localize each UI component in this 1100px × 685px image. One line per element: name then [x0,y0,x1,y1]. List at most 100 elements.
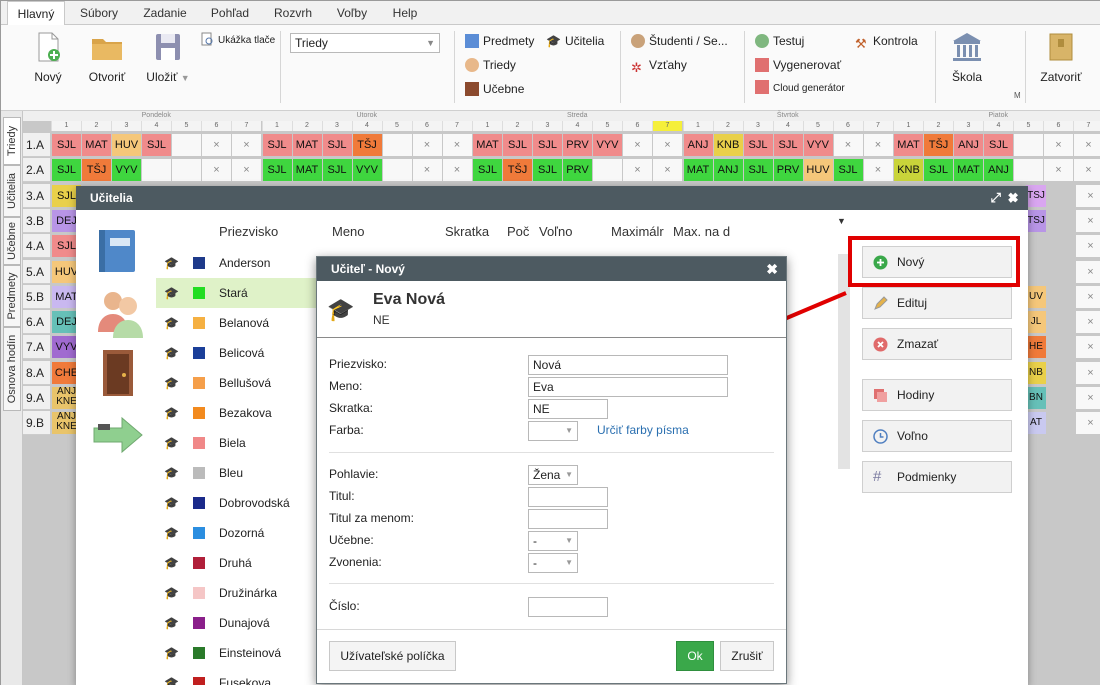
lesson-cell[interactable]: SJL [473,159,502,182]
lesson-cell[interactable]: SJL [52,134,81,156]
close-icon[interactable]: ✖ [1008,190,1018,205]
column-header[interactable]: Priezvisko [219,224,278,239]
door-icon[interactable] [100,348,136,398]
studenti-button[interactable]: Študenti / Se... [631,31,728,51]
lesson-cell[interactable]: MAT [473,134,502,156]
empty-slot[interactable]: × [1076,184,1100,207]
teacher-row[interactable]: 🎓 Druhá [156,548,316,578]
lesson-cell[interactable]: HE [1026,336,1046,359]
empty-slot[interactable]: × [653,159,682,182]
open-button[interactable]: Otvoriť [85,31,129,84]
empty-slot[interactable]: × [863,159,893,182]
lesson-cell[interactable]: BN [1026,387,1046,409]
lesson-cell[interactable]: AT [1026,412,1046,435]
empty-slot[interactable]: × [1076,311,1100,334]
edit-teacher-button[interactable]: Edituj [862,287,1012,319]
menu-pohlad[interactable]: Pohľad [203,1,257,25]
empty-slot[interactable] [1014,134,1043,156]
lesson-cell[interactable]: KNB [894,159,923,182]
kontrola-button[interactable]: ⚒ Kontrola [855,31,918,51]
conditions-button[interactable]: # Podmienky [862,461,1012,493]
menu-volby[interactable]: Voľby [329,1,375,25]
lesson-cell[interactable]: SJL [773,134,803,156]
side-tab-triedy[interactable]: Triedy [3,117,21,165]
teacher-row[interactable]: 🎓 Fusekova [156,668,316,685]
gender-select[interactable]: Žena ▼ [528,465,578,485]
empty-slot[interactable]: × [833,134,863,156]
titul-za-field[interactable] [528,509,608,529]
teacher-row[interactable]: 🎓 Dozorná [156,518,316,548]
empty-slot[interactable]: × [863,134,893,156]
book-icon[interactable] [96,228,138,274]
teacher-row[interactable]: 🎓 Belanová [156,308,316,338]
close-icon[interactable]: ✖ [766,257,778,281]
lesson-cell[interactable]: SJL [533,134,562,156]
lesson-cell[interactable]: VYV [112,159,141,182]
meno-field[interactable]: Eva [528,377,728,397]
lesson-cell[interactable]: SJL [743,159,773,182]
lesson-cell[interactable]: KNB [713,134,743,156]
teacher-row[interactable]: 🎓 Bleu [156,458,316,488]
lesson-cell[interactable]: MAT [894,134,923,156]
titul-field[interactable] [528,487,608,507]
cloud-generator-button[interactable]: Cloud generátor [755,79,845,99]
lesson-cell[interactable]: ANJ [713,159,743,182]
empty-slot[interactable]: × [442,159,472,182]
close-file-button[interactable]: Zatvoriť [1036,31,1086,84]
class-row-label[interactable]: 1.A [23,133,50,157]
lesson-cell[interactable]: MAT [292,159,322,182]
lesson-cell[interactable]: MAT [292,134,322,156]
column-header[interactable]: Voľno [539,224,572,239]
lesson-cell[interactable]: TSJ [1026,209,1046,232]
teacher-row[interactable]: 🎓 Anderson [156,248,316,278]
column-header[interactable]: Max. na d [673,224,730,239]
empty-slot[interactable]: × [1076,336,1100,359]
column-header[interactable]: Meno [332,224,365,239]
people-icon[interactable] [96,286,146,338]
class-row-label[interactable]: 6.A [23,310,50,335]
arrow-right-icon[interactable] [92,414,144,456]
empty-slot[interactable]: × [1076,361,1100,384]
empty-slot[interactable]: × [1074,159,1100,182]
ucebne-button[interactable]: Učebne [465,79,524,99]
lesson-cell[interactable]: SJL [142,134,171,156]
lesson-cell[interactable]: TŠJ [924,134,953,156]
new-file-button[interactable]: Nový [27,31,69,84]
free-time-button[interactable]: Voľno [862,420,1012,452]
ucitelia-button[interactable]: 🎓 Učitelia [546,31,604,51]
priezvisko-field[interactable]: Nová [528,355,728,375]
empty-slot[interactable] [593,159,622,182]
empty-slot[interactable] [142,159,171,182]
class-row-label[interactable]: 8.A [23,360,50,385]
class-row-label[interactable]: 3.A [23,183,50,208]
class-row-label[interactable]: 7.A [23,335,50,360]
class-row-label[interactable]: 9.B [23,411,50,436]
teacher-row[interactable]: 🎓 Družinárka [156,578,316,608]
empty-slot[interactable] [1014,159,1043,182]
lesson-cell[interactable]: JL [1026,311,1046,334]
lesson-cell[interactable]: SJL [833,159,863,182]
column-header[interactable]: Skratka [445,224,489,239]
lesson-cell[interactable]: SJL [262,134,292,156]
teacher-row[interactable]: 🎓 Bellušová [156,368,316,398]
empty-slot[interactable]: × [1076,285,1100,308]
lesson-cell[interactable]: VYV [803,134,833,156]
lesson-cell[interactable]: SJL [262,159,292,182]
teacher-row[interactable]: 🎓 Stará [156,278,316,308]
class-row-label[interactable]: 2.A [23,158,50,183]
color-select[interactable]: ▼ [528,421,578,441]
empty-slot[interactable] [172,159,201,182]
skola-button[interactable]: Škola [947,31,987,84]
user-fields-button[interactable]: Užívateľské políčka [329,641,456,671]
save-button[interactable]: Uložiť ▼ [141,31,195,84]
lesson-cell[interactable]: SJL [533,159,562,182]
empty-slot[interactable]: × [412,159,442,182]
lesson-cell[interactable]: NB [1026,361,1046,384]
menu-zadanie[interactable]: Zadanie [135,1,195,25]
lesson-cell[interactable]: VYV [352,159,382,182]
menu-subory[interactable]: Súbory [73,1,125,25]
lesson-cell[interactable]: TŠJ [503,159,532,182]
class-row-label[interactable]: 5.A [23,259,50,284]
empty-slot[interactable]: × [1076,412,1100,435]
lesson-cell[interactable]: SJL [924,159,953,182]
